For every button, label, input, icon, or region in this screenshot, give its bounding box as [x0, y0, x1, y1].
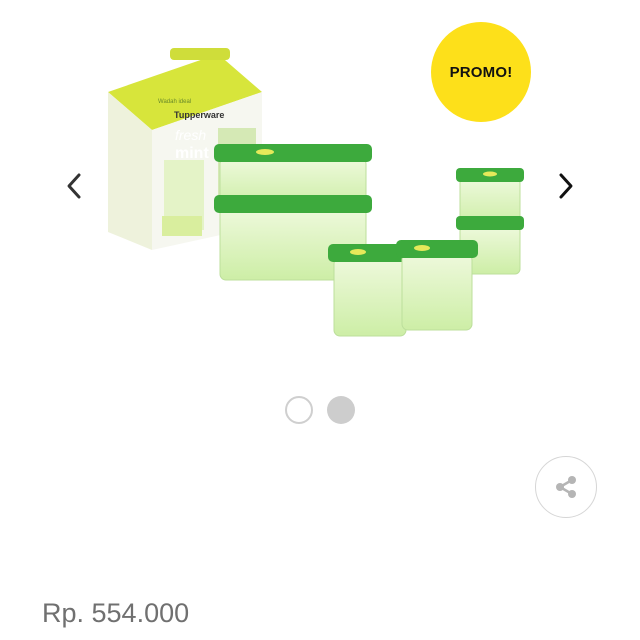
- chevron-left-icon: [67, 173, 81, 199]
- share-icon: [556, 476, 576, 498]
- medium-container-left: [328, 244, 412, 337]
- promo-badge-label: PROMO!: [449, 63, 513, 81]
- product-price: Rp. 554.000: [42, 598, 190, 628]
- product-image-carousel[interactable]: Tupperware Wadah ideal fresh mint PROMO!: [0, 0, 640, 380]
- carousel-pagination: [0, 396, 640, 424]
- carousel-dot-2[interactable]: [327, 396, 355, 424]
- medium-container-right: [396, 240, 478, 331]
- box-brand-text: Tupperware: [174, 110, 224, 120]
- promo-badge: PROMO!: [431, 22, 531, 122]
- carousel-prev-button[interactable]: [56, 168, 92, 204]
- chevron-right-icon: [559, 173, 573, 199]
- carousel-dot-1[interactable]: [285, 396, 313, 424]
- box-line1-text: fresh: [175, 127, 206, 143]
- share-button[interactable]: [535, 456, 597, 518]
- carousel-next-button[interactable]: [548, 168, 584, 204]
- box-tagline-text: Wadah ideal: [158, 99, 191, 105]
- box-line2-text: mint: [175, 145, 209, 162]
